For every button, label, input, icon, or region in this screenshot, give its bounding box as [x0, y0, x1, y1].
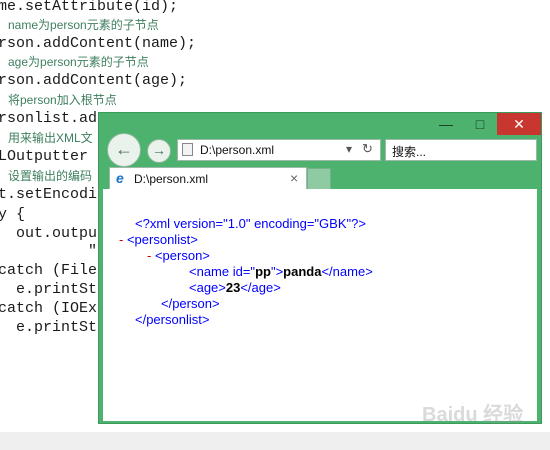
collapse-toggle[interactable]: -	[147, 248, 151, 263]
xml-name-element: <name id="pp">panda</name>	[189, 264, 373, 279]
code-line: catch (IOEx	[0, 300, 98, 317]
baidu-watermark: Baidu 经验	[422, 404, 524, 426]
xml-content: <?xml version="1.0" encoding="GBK"?> - <…	[103, 189, 537, 421]
new-tab-button[interactable]	[307, 168, 331, 189]
forward-arrow-icon: →	[152, 142, 166, 158]
xml-person-open: - <person>	[147, 248, 210, 263]
code-comment: 将person加入根节点	[8, 93, 117, 107]
code-line: t.setEncodi	[0, 186, 98, 203]
code-line: rson.addContent(name);	[0, 35, 197, 52]
code-line: y {	[0, 206, 26, 223]
browser-window: — □ ✕ ← → D:\person.xml ▾ ↻ 搜索... e D:\p…	[98, 112, 542, 424]
xml-person-close: </person>	[161, 296, 220, 311]
page-icon	[182, 143, 193, 156]
ie-icon: e	[116, 170, 124, 186]
tab-close-icon[interactable]: ×	[290, 170, 298, 186]
search-placeholder: 搜索...	[392, 145, 427, 159]
tab-person-xml[interactable]: e D:\person.xml ×	[109, 167, 307, 189]
search-input[interactable]: 搜索...	[385, 139, 537, 161]
close-button[interactable]: ✕	[497, 113, 541, 135]
code-line: "	[0, 243, 98, 260]
xml-personlist-close: </personlist>	[135, 312, 210, 327]
minimize-button[interactable]: —	[435, 115, 457, 135]
xml-declaration: <?xml version="1.0" encoding="GBK"?>	[135, 216, 366, 231]
code-line: e.printSt	[0, 319, 98, 336]
maximize-button[interactable]: □	[469, 115, 491, 135]
code-comment: 设置输出的编码	[8, 169, 93, 183]
code-line: LOutputter	[0, 148, 89, 165]
code-line: rsonlist.ad	[0, 110, 98, 127]
tab-title: D:\person.xml	[134, 172, 209, 186]
collapse-toggle[interactable]: -	[119, 232, 123, 247]
code-line: out.outpu	[0, 225, 98, 242]
code-line: catch (File	[0, 262, 98, 279]
address-bar[interactable]: D:\person.xml ▾ ↻	[177, 139, 381, 161]
code-comment: age为person元素的子节点	[8, 55, 149, 69]
dropdown-icon[interactable]: ▾	[346, 142, 352, 156]
code-line: me.setAttribute(id);	[0, 0, 179, 15]
refresh-icon[interactable]: ↻	[362, 141, 373, 157]
forward-button[interactable]: →	[147, 139, 171, 163]
footer-strip	[0, 432, 550, 450]
code-comment: name为person元素的子节点	[8, 18, 159, 32]
xml-age-element: <age>23</age>	[189, 280, 281, 295]
code-line: rson.addContent(age);	[0, 72, 188, 89]
xml-personlist-open: - <personlist>	[119, 232, 198, 247]
back-button[interactable]: ←	[107, 133, 141, 167]
code-comment: 用来输出XML文	[8, 131, 93, 145]
back-arrow-icon: ←	[115, 139, 133, 159]
address-text: D:\person.xml	[200, 143, 275, 157]
code-line: e.printSt	[0, 281, 98, 298]
